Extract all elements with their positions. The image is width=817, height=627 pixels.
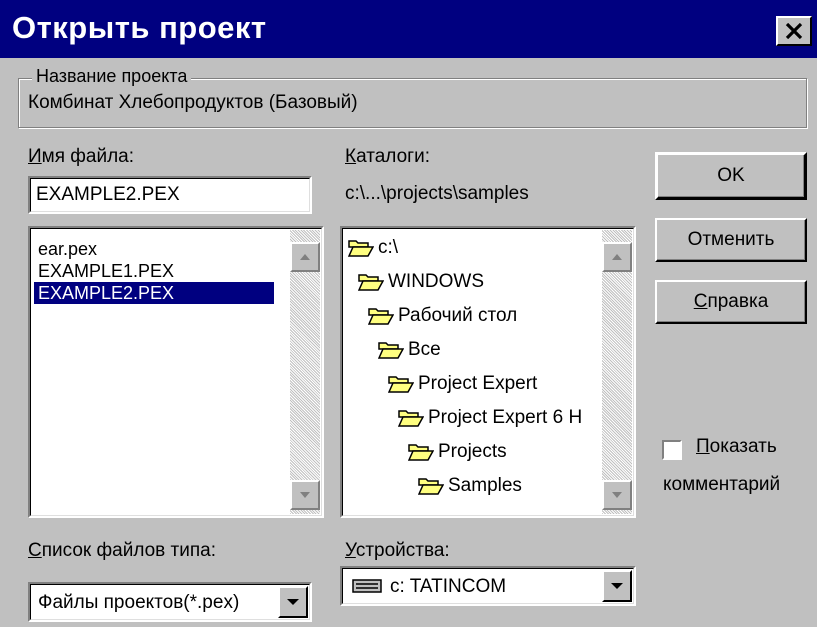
arrow-down-icon [612,492,622,498]
chevron-down-icon [287,599,299,605]
show-comment-label[interactable]: Показать [696,436,777,458]
folder-open-icon [358,274,384,291]
directory-item[interactable]: Project Expert [388,370,537,398]
scroll-down-button[interactable] [290,480,320,510]
cancel-button[interactable]: Отменить [655,218,807,262]
project-name-legend: Название проекта [32,66,192,87]
folder-open-icon [348,240,374,257]
drive-dropdown-button[interactable] [602,570,632,602]
folder-open-icon [388,376,414,393]
drive-icon [352,579,382,593]
scroll-down-button[interactable] [602,480,632,510]
directory-tree[interactable]: c:\ WINDOWS Рабочий стол Все Project Expert P… [340,226,636,518]
directory-item-label: Projects [438,441,507,462]
file-name-label: Имя файла: [28,146,135,167]
directory-item-label: Samples [448,475,522,496]
directory-item[interactable]: Samples [418,472,522,500]
directory-item[interactable]: Рабочий стол [368,302,517,330]
directory-item[interactable]: Projects [408,438,507,466]
file-type-value: Файлы проектов(*.pex) [38,592,240,613]
file-list[interactable]: ear.pex EXAMPLE1.PEX EXAMPLE2.PEX [28,226,324,518]
arrow-down-icon [300,492,310,498]
ok-button[interactable]: OK [655,152,807,200]
chevron-down-icon [611,583,623,589]
file-type-dropdown-button[interactable] [278,586,308,618]
directory-item[interactable]: Все [378,336,441,364]
drives-label: Устройства: [345,540,450,561]
directory-item-label: Все [408,339,441,360]
directory-scrollbar[interactable] [602,230,632,514]
directory-item-label: Project Expert 6 H [428,407,583,428]
directory-item[interactable]: c:\ [348,234,398,262]
file-type-label: Список файлов типа: [28,540,217,561]
folder-open-icon [398,410,424,427]
folder-open-icon [368,308,394,325]
directory-item-label: Рабочий стол [398,305,518,326]
show-comment-label-line2[interactable]: комментарий [663,474,780,496]
folder-open-icon [408,444,434,461]
file-type-select[interactable]: Файлы проектов(*.pex) [28,582,312,622]
folder-open-icon [418,478,444,495]
title-bar[interactable]: Открыть проект [0,0,817,58]
file-item[interactable]: ear.pex [36,238,99,260]
file-item[interactable]: EXAMPLE1.PEX [36,260,176,282]
directory-item-label: Project Expert [418,373,538,394]
folder-open-icon [378,342,404,359]
window-title: Открыть проект [12,10,267,45]
show-comment-checkbox[interactable] [662,440,682,460]
directory-item[interactable]: WINDOWS [358,268,484,296]
project-name-value: Комбинат Хлебопродуктов (Базовый) [28,92,358,113]
directory-item-label: WINDOWS [388,271,485,292]
current-directory-path: c:\...\projects\samples [345,183,529,204]
scroll-up-button[interactable] [290,242,320,272]
close-icon [785,23,803,39]
file-list-scrollbar[interactable] [290,230,320,514]
close-button[interactable] [776,16,812,46]
arrow-up-icon [612,254,622,260]
arrow-up-icon [300,254,310,260]
file-name-value: EXAMPLE2.PEX [36,184,180,205]
help-button[interactable]: Справка [655,280,807,324]
file-item-selected[interactable]: EXAMPLE2.PEX [34,282,274,304]
drive-select[interactable]: c: TATINCOM [340,566,636,606]
drive-value: c: TATINCOM [390,576,507,597]
directory-item[interactable]: Project Expert 6 H [398,404,582,432]
directory-item-label: c:\ [378,237,399,258]
file-name-input[interactable]: EXAMPLE2.PEX [28,176,312,214]
directories-label: Каталоги: [345,146,430,167]
scroll-up-button[interactable] [602,242,632,272]
